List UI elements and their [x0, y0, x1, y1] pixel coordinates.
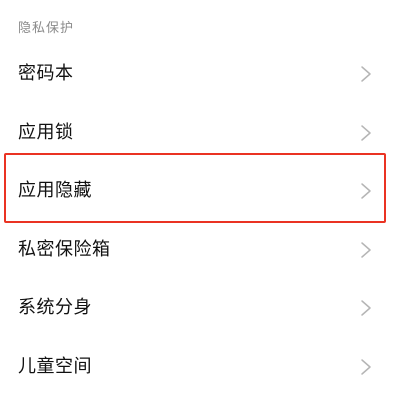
chevron-right-icon: [360, 65, 372, 83]
chevron-right-icon: [360, 358, 372, 376]
list-item-kids-space[interactable]: 儿童空间: [0, 338, 400, 397]
item-label: 系统分身: [18, 297, 92, 319]
chevron-right-icon: [360, 182, 372, 200]
chevron-right-icon: [360, 241, 372, 259]
list-item-app-hide[interactable]: 应用隐藏: [0, 162, 400, 221]
privacy-settings-page: 隐私保护 密码本 应用锁 应用隐藏 私密保险箱 系统分身 儿童空间: [0, 0, 400, 402]
chevron-right-icon: [360, 299, 372, 317]
chevron-right-icon: [360, 124, 372, 142]
list-item-password-book[interactable]: 密码本: [0, 45, 400, 104]
item-label: 儿童空间: [18, 355, 92, 377]
item-label: 应用锁: [18, 121, 74, 143]
list-item-app-lock[interactable]: 应用锁: [0, 104, 400, 163]
item-label: 应用隐藏: [18, 180, 92, 202]
section-header-privacy: 隐私保护: [18, 21, 75, 36]
settings-list: 密码本 应用锁 应用隐藏 私密保险箱 系统分身 儿童空间: [0, 45, 400, 396]
item-label: 密码本: [18, 63, 74, 85]
list-item-private-vault[interactable]: 私密保险箱: [0, 221, 400, 280]
item-label: 私密保险箱: [18, 238, 111, 260]
list-item-system-clone[interactable]: 系统分身: [0, 279, 400, 338]
